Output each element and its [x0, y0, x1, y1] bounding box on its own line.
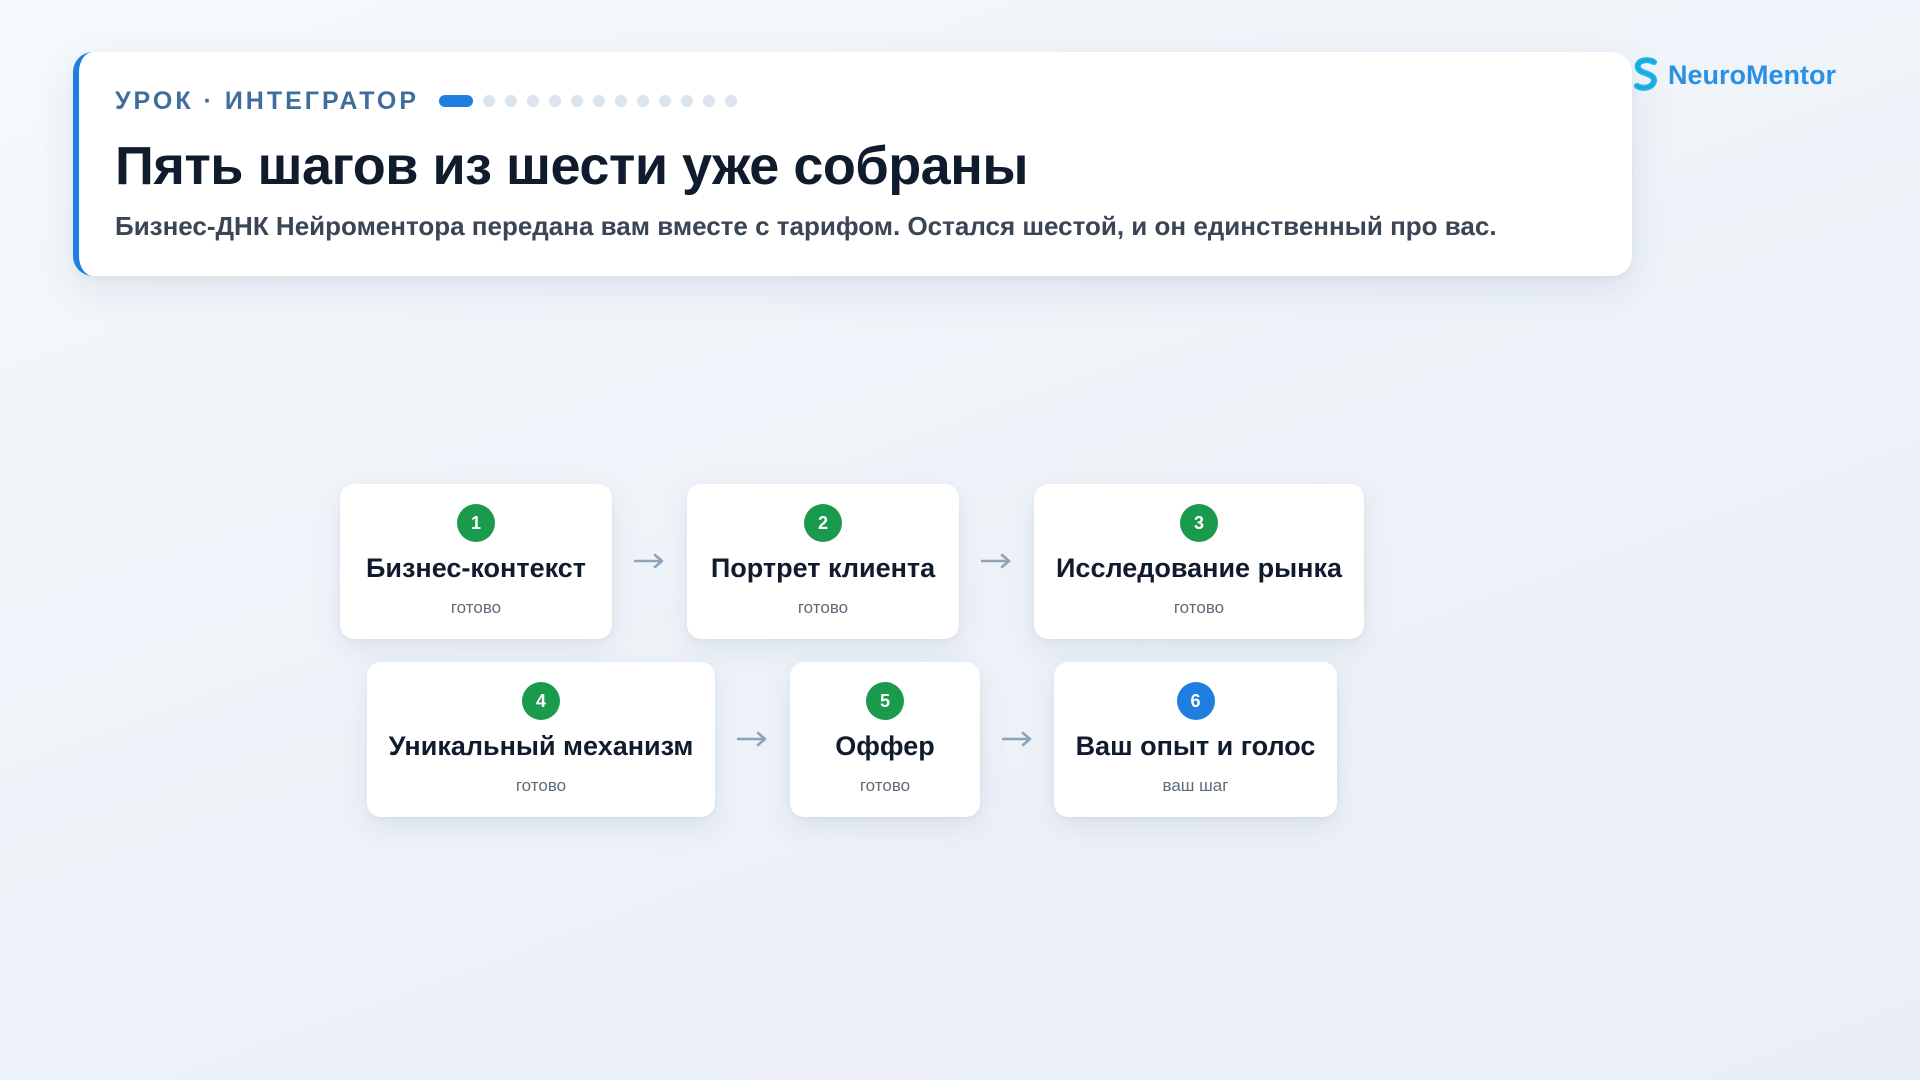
- arrow-right-icon: [1002, 731, 1032, 747]
- lesson-eyebrow: УРОК · ИНТЕГРАТОР: [115, 86, 420, 115]
- page-title: Пять шагов из шести уже собраны: [115, 136, 1028, 196]
- progress-dot[interactable]: [593, 95, 606, 107]
- step-status: готово: [1173, 598, 1225, 617]
- step-title: Портрет клиента: [710, 553, 936, 583]
- step-card-business-context[interactable]: 1 Бизнес-контекст готово: [340, 484, 612, 639]
- step-status: готово: [450, 598, 502, 617]
- header-top-row: УРОК · ИНТЕГРАТОР: [115, 85, 1632, 117]
- neuromentor-logo-icon: [1634, 57, 1658, 91]
- step-title: Уникальный механизм: [388, 731, 694, 761]
- progress-dot[interactable]: [681, 95, 694, 107]
- neuromentor-logo: NeuroMentor: [1632, 56, 1836, 94]
- lesson-header-card: УРОК · ИНТЕГРАТОР Пять шагов из шести уж…: [73, 52, 1632, 276]
- step-number-badge: 1: [457, 504, 495, 542]
- step-title: Оффер: [835, 731, 935, 761]
- step-title: Бизнес-контекст: [366, 553, 586, 583]
- arrow-right-icon: [737, 731, 767, 747]
- step-title: Ваш опыт и голос: [1075, 731, 1316, 761]
- step-status: ваш шаг: [1162, 776, 1229, 795]
- step-card-unique-mechanism[interactable]: 4 Уникальный механизм готово: [367, 662, 715, 817]
- progress-dot[interactable]: [527, 95, 540, 107]
- step-number-badge: 4: [522, 682, 560, 720]
- step-number-badge-current: 6: [1176, 682, 1215, 720]
- progress-dot[interactable]: [549, 95, 562, 107]
- step-title: Исследование рынка: [1056, 553, 1342, 583]
- step-card-experience-voice[interactable]: 6 Ваш опыт и голос ваш шаг: [1054, 662, 1337, 817]
- progress-dot[interactable]: [725, 95, 738, 107]
- logo-text: NeuroMentor: [1668, 59, 1836, 90]
- page-subtitle: Бизнес-ДНК Нейроментора передана вам вме…: [115, 211, 1497, 241]
- progress-dot[interactable]: [615, 95, 628, 107]
- step-card-offer[interactable]: 5 Оффер готово: [790, 662, 980, 817]
- progress-dot[interactable]: [483, 95, 496, 107]
- progress-dot[interactable]: [637, 95, 650, 107]
- arrow-right-icon: [634, 553, 664, 569]
- progress-dot[interactable]: [703, 95, 716, 107]
- arrow-right-icon: [981, 553, 1011, 569]
- step-status: готово: [515, 776, 567, 795]
- progress-dot[interactable]: [505, 95, 518, 107]
- step-number-badge: 5: [866, 682, 904, 720]
- step-number-badge: 2: [804, 504, 842, 542]
- step-card-client-portrait[interactable]: 2 Портрет клиента готово: [687, 484, 959, 639]
- step-status: готово: [797, 598, 849, 617]
- progress-dot[interactable]: [659, 95, 672, 107]
- progress-dot[interactable]: [571, 95, 584, 107]
- step-status: готово: [859, 776, 911, 795]
- step-card-market-research[interactable]: 3 Исследование рынка готово: [1034, 484, 1364, 639]
- progress-dot-current[interactable]: [439, 95, 474, 107]
- slide-progress-dots: [439, 95, 738, 107]
- step-number-badge: 3: [1180, 504, 1218, 542]
